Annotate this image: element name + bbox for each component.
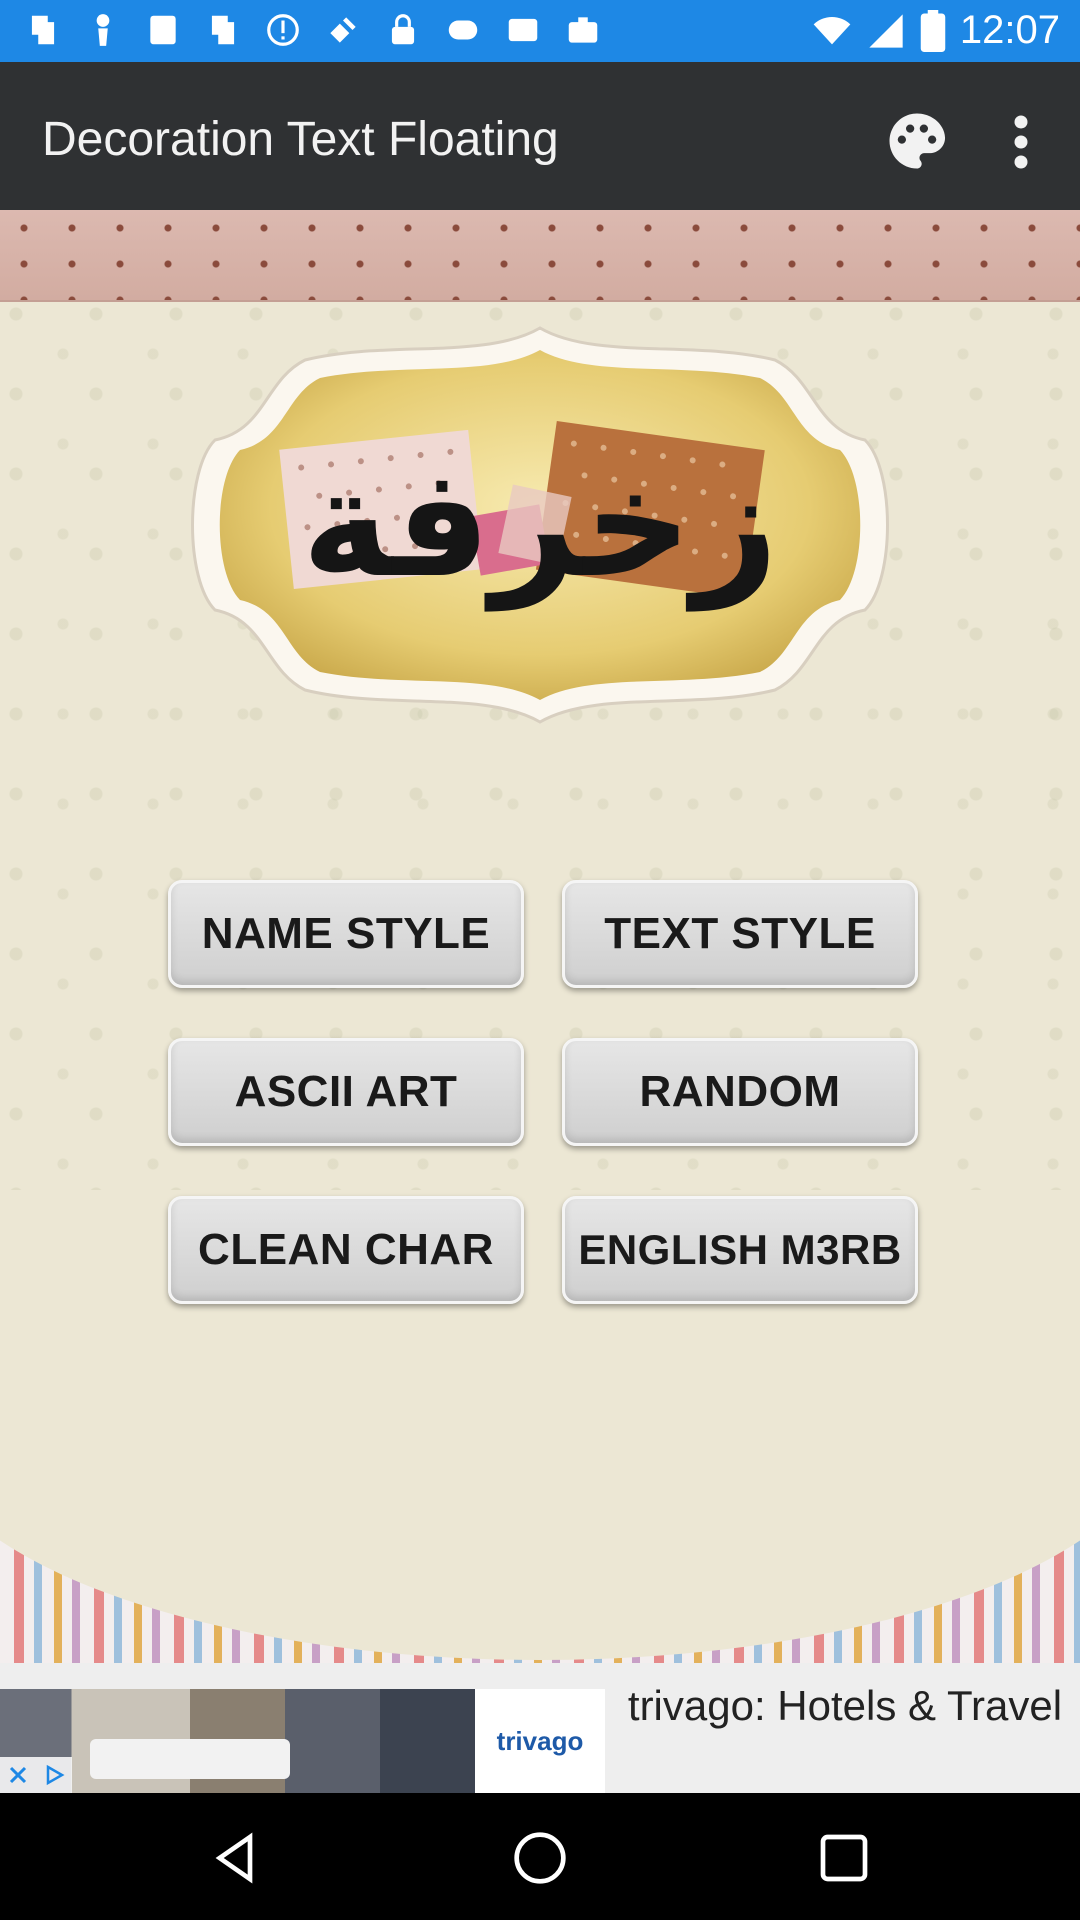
system-nav-bar — [0, 1793, 1080, 1920]
back-icon[interactable] — [208, 1830, 264, 1886]
app-logo: زخرفة — [175, 320, 905, 730]
ad-close-icon[interactable] — [0, 1757, 36, 1793]
ad-banner[interactable]: trivago trivago: Hotels & Travel — [0, 1663, 1080, 1793]
signal-icon — [869, 13, 903, 48]
trivago-logo: trivago — [475, 1689, 605, 1793]
app-icon — [204, 10, 242, 50]
satellite-icon — [324, 10, 362, 50]
briefcase-icon — [564, 10, 602, 50]
decorative-top-band — [0, 210, 1080, 302]
wifi-icon — [813, 16, 851, 44]
alert-icon — [264, 10, 302, 50]
ad-text: trivago: Hotels & Travel — [627, 1682, 1063, 1729]
random-button[interactable]: RANDOM — [562, 1038, 918, 1146]
app-bar: Decoration Text Floating — [0, 62, 1080, 210]
ad-badges — [0, 1757, 80, 1793]
text-style-button[interactable]: TEXT STYLE — [562, 880, 918, 988]
palette-icon[interactable] — [884, 108, 950, 174]
name-style-button[interactable]: NAME STYLE — [168, 880, 524, 988]
clean-char-button[interactable]: CLEAN CHAR — [168, 1196, 524, 1304]
app-icon — [144, 10, 182, 50]
status-bar: 12:07 — [0, 0, 1080, 62]
image-icon — [504, 10, 542, 50]
home-icon[interactable] — [512, 1830, 568, 1886]
english-m3rb-button[interactable]: ENGLISH M3RB — [562, 1196, 918, 1304]
battery-icon — [920, 9, 946, 52]
app-icon — [24, 10, 62, 50]
app-icon — [444, 10, 482, 50]
app-title: Decoration Text Floating — [42, 113, 559, 166]
notification-icons — [24, 10, 602, 50]
main-content: زخرفة NAME STYLE TEXT STYLE ASCII ART RA… — [0, 210, 1080, 1663]
ascii-art-button[interactable]: ASCII ART — [168, 1038, 524, 1146]
lock-icon — [384, 10, 422, 50]
decorative-arc — [0, 1190, 1080, 1660]
more-vert-icon[interactable] — [1006, 112, 1036, 172]
logo-calligraphy: زخرفة — [302, 437, 779, 612]
adchoices-icon[interactable] — [36, 1757, 72, 1793]
podium-icon — [84, 10, 122, 50]
recents-icon[interactable] — [816, 1830, 872, 1886]
clock: 12:07 — [959, 8, 1060, 52]
